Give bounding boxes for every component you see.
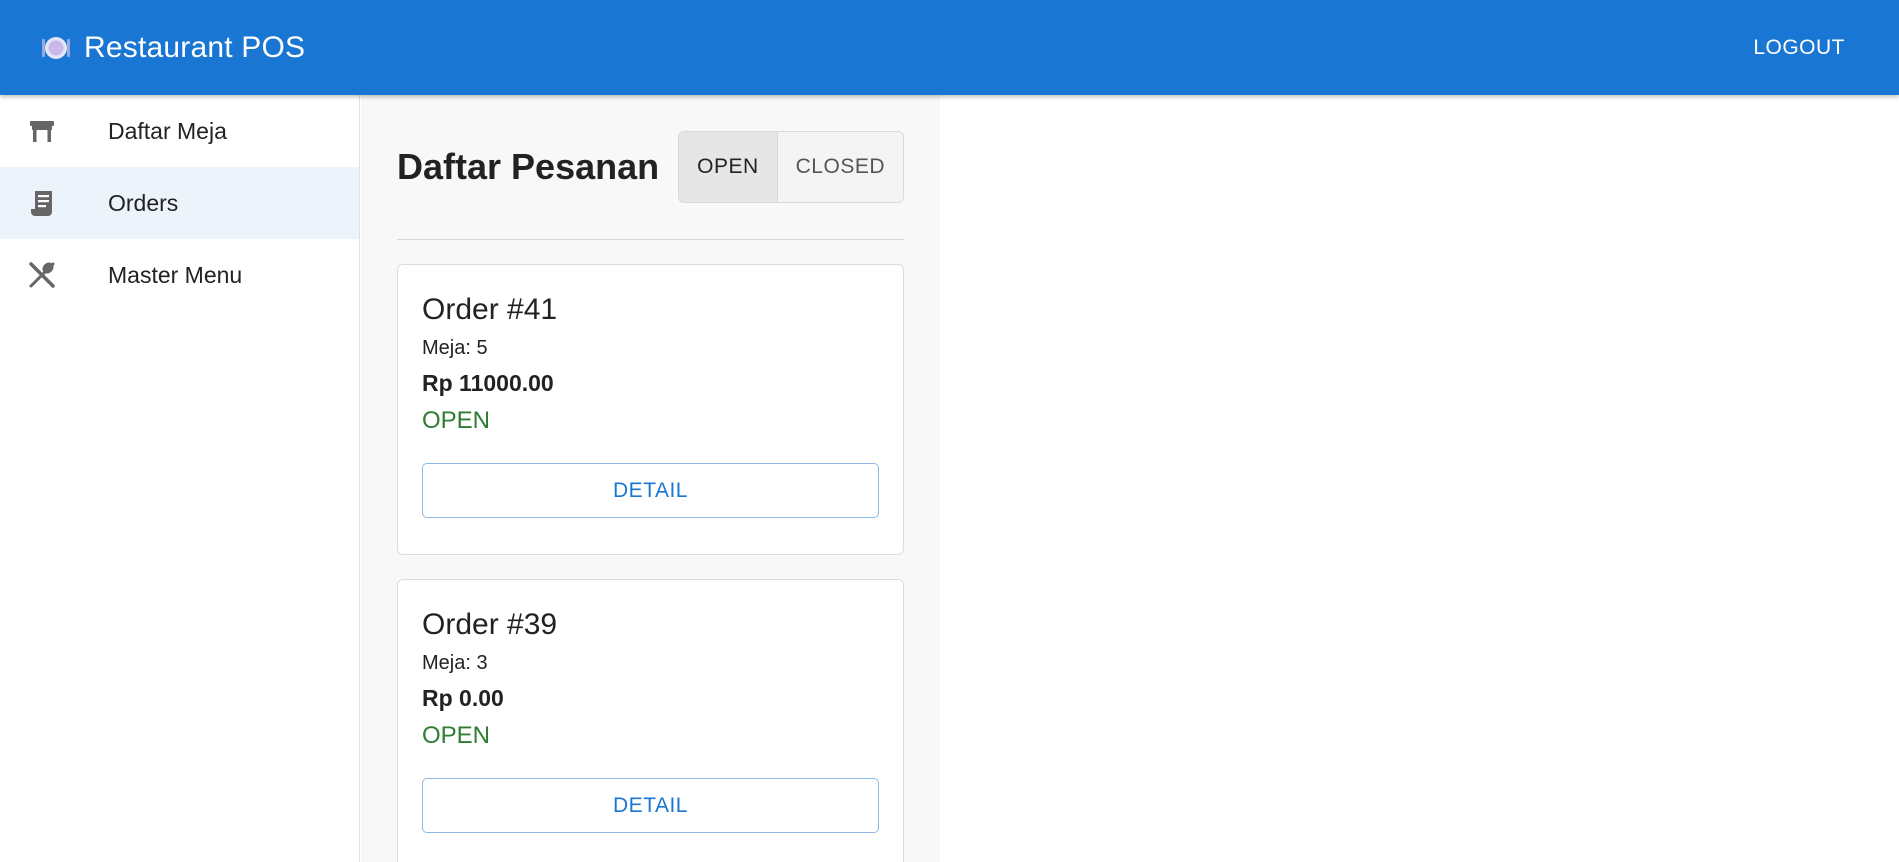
app-title: Restaurant POS (84, 30, 306, 64)
status-filter-toggle: OPEN CLOSED (678, 131, 904, 203)
sidebar-item-master-menu[interactable]: Master Menu (0, 239, 359, 311)
order-total: Rp 11000.00 (422, 370, 554, 396)
orders-panel: Daftar Pesanan OPEN CLOSED Order #41 Mej… (361, 95, 940, 862)
sidebar-item-label: Orders (108, 189, 179, 216)
order-card: Order #39 Meja: 3 Rp 0.00 OPEN DETAIL (397, 579, 904, 862)
order-status: OPEN (422, 722, 491, 749)
logout-button[interactable]: LOGOUT (1747, 28, 1851, 68)
receipt-icon (26, 187, 58, 219)
order-table: Meja: 5 (422, 337, 488, 359)
cutlery-icon (26, 259, 58, 291)
sidebar-item-orders[interactable]: Orders (0, 167, 359, 239)
detail-button[interactable]: DETAIL (422, 778, 879, 833)
sidebar-item-label: Master Menu (108, 261, 243, 288)
order-title: Order #41 (422, 293, 558, 326)
app-bar: Restaurant POS LOGOUT (0, 0, 1899, 95)
page-title: Daftar Pesanan (397, 146, 660, 187)
sidebar-item-daftar-meja[interactable]: Daftar Meja (0, 95, 359, 167)
sidebar: Daftar Meja Orders Master Menu (0, 95, 360, 862)
plate-icon (40, 32, 72, 64)
divider (397, 239, 904, 240)
orders-header: Daftar Pesanan OPEN CLOSED (397, 131, 904, 203)
order-table: Meja: 3 (422, 652, 488, 674)
detail-button[interactable]: DETAIL (422, 463, 879, 518)
order-status: OPEN (422, 407, 491, 434)
order-title: Order #39 (422, 608, 558, 641)
brand: Restaurant POS (40, 31, 305, 65)
filter-closed-button[interactable]: CLOSED (777, 132, 903, 202)
table-icon (26, 115, 58, 147)
order-total: Rp 0.00 (422, 685, 504, 711)
order-card: Order #41 Meja: 5 Rp 11000.00 OPEN DETAI… (397, 264, 904, 555)
sidebar-item-label: Daftar Meja (108, 117, 227, 144)
filter-open-button[interactable]: OPEN (679, 132, 778, 202)
